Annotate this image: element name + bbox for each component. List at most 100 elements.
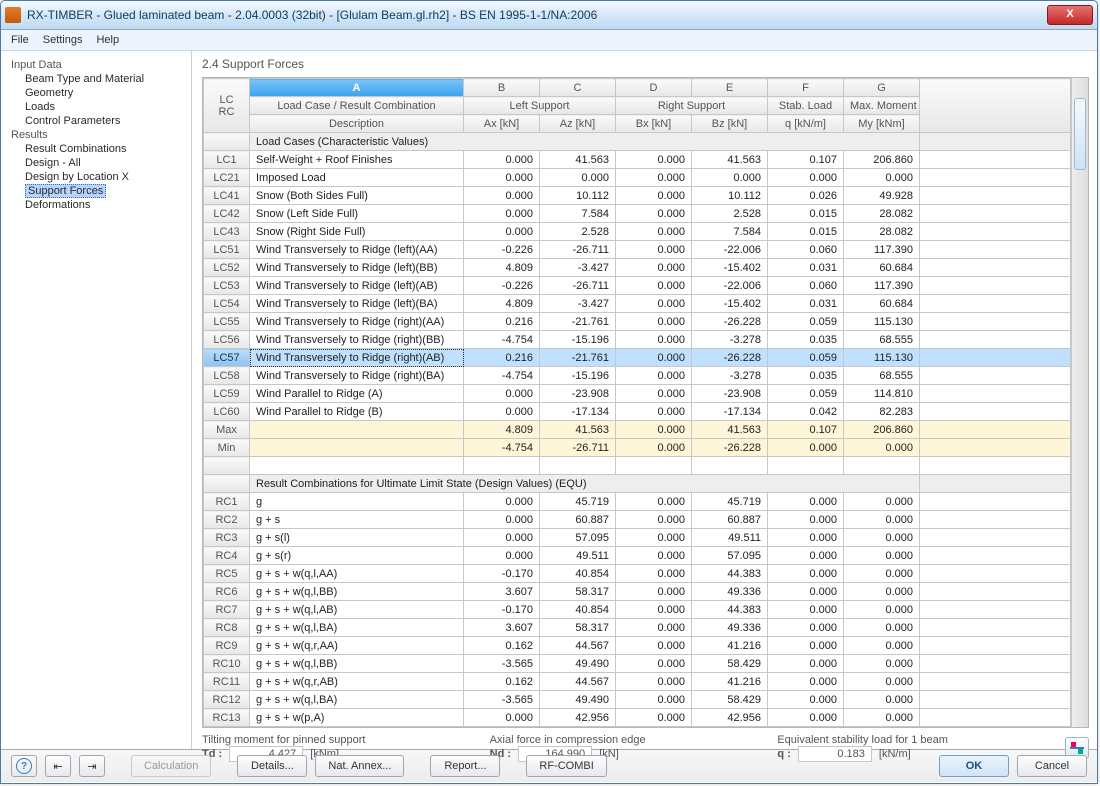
table-row[interactable]: RC9 g + s + w(q,r,AA) 0.16244.5670.00041… <box>204 637 1071 655</box>
report-button[interactable]: Report... <box>430 755 500 777</box>
nav-control-parameters[interactable]: Control Parameters <box>25 115 191 127</box>
table-row[interactable]: RC6 g + s + w(q,l,BB) 3.60758.3170.00049… <box>204 583 1071 601</box>
cell-value: 0.000 <box>616 709 692 727</box>
cell-value: 0.059 <box>768 313 844 331</box>
col-b[interactable]: B <box>464 79 540 97</box>
cell-value: -3.278 <box>692 331 768 349</box>
nat-annex-button[interactable]: Nat. Annex... <box>315 755 404 777</box>
table-row[interactable]: LC1 Self-Weight + Roof Finishes 0.00041.… <box>204 151 1071 169</box>
table-row[interactable]: RC7 g + s + w(q,l,AB) -0.17040.8540.0004… <box>204 601 1071 619</box>
cell-value: 0.000 <box>540 169 616 187</box>
table-row[interactable]: LC54 Wind Transversely to Ridge (left)(B… <box>204 295 1071 313</box>
table-row[interactable]: RC10 g + s + w(q,l,BB) -3.56549.4900.000… <box>204 655 1071 673</box>
table-row[interactable]: LC42 Snow (Left Side Full) 0.0007.5840.0… <box>204 205 1071 223</box>
table-row[interactable]: LC60 Wind Parallel to Ridge (B) 0.000-17… <box>204 403 1071 421</box>
row-id: LC42 <box>204 205 250 223</box>
next-button[interactable]: ⇥ <box>79 755 105 777</box>
table-row[interactable]: LC52 Wind Transversely to Ridge (left)(B… <box>204 259 1071 277</box>
cell-value: 4.809 <box>464 295 540 313</box>
cell-value: -15.402 <box>692 259 768 277</box>
cell-value: 0.035 <box>768 367 844 385</box>
nav-design-all[interactable]: Design - All <box>25 157 191 169</box>
table-row[interactable]: RC1 g 0.00045.7190.00045.7190.0000.000 <box>204 493 1071 511</box>
cell-value: 0.000 <box>464 205 540 223</box>
table-row[interactable]: LC55 Wind Transversely to Ridge (right)(… <box>204 313 1071 331</box>
cell-value: -22.006 <box>692 241 768 259</box>
table-row[interactable]: RC5 g + s + w(q,l,AA) -0.17040.8540.0004… <box>204 565 1071 583</box>
nav-geometry[interactable]: Geometry <box>25 87 191 99</box>
cell-value: 0.000 <box>616 565 692 583</box>
cancel-button[interactable]: Cancel <box>1017 755 1087 777</box>
table-row[interactable]: LC41 Snow (Both Sides Full) 0.00010.1120… <box>204 187 1071 205</box>
cell-value: 44.383 <box>692 565 768 583</box>
cell-value: 49.928 <box>844 187 920 205</box>
col-f[interactable]: F <box>768 79 844 97</box>
col-e[interactable]: E <box>692 79 768 97</box>
table-row[interactable]: RC3 g + s(l) 0.00057.0950.00049.5110.000… <box>204 529 1071 547</box>
table-row[interactable]: LC57 Wind Transversely to Ridge (right)(… <box>204 349 1071 367</box>
menu-file[interactable]: File <box>11 34 29 46</box>
row-desc: g + s + w(q,r,AB) <box>250 673 464 691</box>
help-button[interactable]: ? <box>11 755 37 777</box>
row-id: RC9 <box>204 637 250 655</box>
ok-button[interactable]: OK <box>939 755 1009 777</box>
row-id: RC1 <box>204 493 250 511</box>
cell-value: -26.711 <box>540 241 616 259</box>
table-row[interactable]: Max 4.80941.5630.00041.5630.107206.860 <box>204 421 1071 439</box>
cell-value: 60.887 <box>540 511 616 529</box>
table-row[interactable]: RC11 g + s + w(q,r,AB) 0.16244.5670.0004… <box>204 673 1071 691</box>
cell-value: 0.107 <box>768 151 844 169</box>
menu-settings[interactable]: Settings <box>43 34 83 46</box>
nav-results: Results <box>11 129 191 141</box>
results-grid[interactable]: LCRC A B C D E F G Load Case / Result Co… <box>202 77 1089 728</box>
col-d[interactable]: D <box>616 79 692 97</box>
table-row[interactable]: LC21 Imposed Load 0.0000.0000.0000.0000.… <box>204 169 1071 187</box>
cell-value: 10.112 <box>540 187 616 205</box>
row-id: LC21 <box>204 169 250 187</box>
table-row[interactable]: LC58 Wind Transversely to Ridge (right)(… <box>204 367 1071 385</box>
nav-deformations[interactable]: Deformations <box>25 199 191 211</box>
table-row[interactable]: RC12 g + s + w(q,l,BA) -3.56549.4900.000… <box>204 691 1071 709</box>
cell-value: 0.060 <box>768 277 844 295</box>
prev-button[interactable]: ⇤ <box>45 755 71 777</box>
scrollbar-thumb[interactable] <box>1074 98 1086 170</box>
table-row[interactable]: RC13 g + s + w(p,A) 0.00042.9560.00042.9… <box>204 709 1071 727</box>
details-button[interactable]: Details... <box>237 755 307 777</box>
table-row[interactable]: LC59 Wind Parallel to Ridge (A) 0.000-23… <box>204 385 1071 403</box>
nav-support-forces[interactable]: Support Forces <box>25 185 191 197</box>
table-row[interactable]: RC8 g + s + w(q,l,BA) 3.60758.3170.00049… <box>204 619 1071 637</box>
table-row[interactable]: LC43 Snow (Right Side Full) 0.0002.5280.… <box>204 223 1071 241</box>
nav-input-data: Input Data <box>11 59 191 71</box>
calculation-button[interactable]: Calculation <box>131 755 211 777</box>
col-g[interactable]: G <box>844 79 920 97</box>
cell-value: 0.000 <box>616 313 692 331</box>
cell-value: 0.162 <box>464 637 540 655</box>
row-id: LC60 <box>204 403 250 421</box>
cell-value: 0.000 <box>844 493 920 511</box>
rf-combi-button[interactable]: RF-COMBI <box>526 755 606 777</box>
cell-value: 40.854 <box>540 601 616 619</box>
hdr-ax: Ax [kN] <box>464 115 540 133</box>
table-row[interactable]: RC4 g + s(r) 0.00049.5110.00057.0950.000… <box>204 547 1071 565</box>
row-id: LC56 <box>204 331 250 349</box>
titlebar[interactable]: RX-TIMBER - Glued laminated beam - 2.04.… <box>1 1 1097 30</box>
menu-help[interactable]: Help <box>96 34 119 46</box>
table-row[interactable]: LC51 Wind Transversely to Ridge (left)(A… <box>204 241 1071 259</box>
vertical-scrollbar[interactable] <box>1071 78 1088 727</box>
nav-result-combinations[interactable]: Result Combinations <box>25 143 191 155</box>
col-c[interactable]: C <box>540 79 616 97</box>
nav-beam-type[interactable]: Beam Type and Material <box>25 73 191 85</box>
col-a[interactable]: A <box>250 79 464 97</box>
row-desc: g + s <box>250 511 464 529</box>
table-row[interactable]: Min -4.754-26.7110.000-26.2280.0000.000 <box>204 439 1071 457</box>
row-desc: Wind Transversely to Ridge (left)(AA) <box>250 241 464 259</box>
cell-value: 0.000 <box>616 403 692 421</box>
close-button[interactable]: X <box>1047 5 1093 25</box>
eq-label: Equivalent stability load for 1 beam <box>777 734 1045 746</box>
table-row[interactable]: LC56 Wind Transversely to Ridge (right)(… <box>204 331 1071 349</box>
cell-value: 0.000 <box>844 637 920 655</box>
table-row[interactable]: LC53 Wind Transversely to Ridge (left)(A… <box>204 277 1071 295</box>
table-row[interactable]: RC2 g + s 0.00060.8870.00060.8870.0000.0… <box>204 511 1071 529</box>
nav-design-by-location[interactable]: Design by Location X <box>25 171 191 183</box>
nav-loads[interactable]: Loads <box>25 101 191 113</box>
